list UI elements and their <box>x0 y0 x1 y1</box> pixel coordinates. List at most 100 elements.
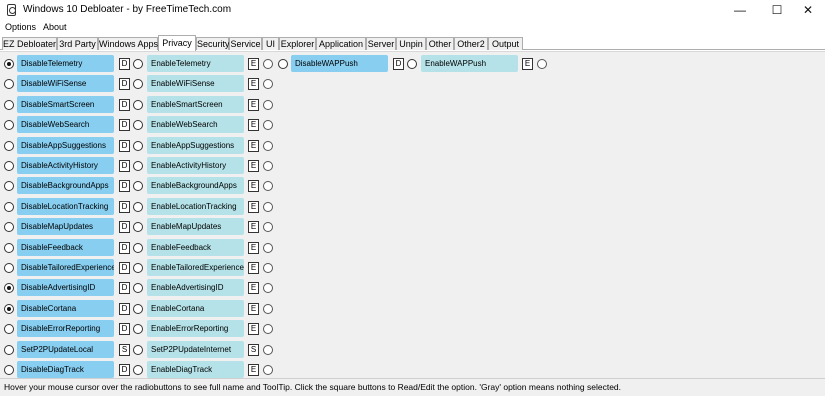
default-radio[interactable] <box>263 344 273 355</box>
enable-edit-button[interactable]: S <box>248 343 259 356</box>
disable-option-button[interactable]: DisableCortana <box>17 299 114 317</box>
enable-radio[interactable] <box>133 222 143 233</box>
tab-other2[interactable]: Other2 <box>454 37 488 50</box>
disable-edit-button[interactable]: D <box>119 323 130 336</box>
enable-option-button[interactable]: EnableLocationTracking <box>147 197 244 215</box>
enable-edit-button[interactable]: E <box>248 323 259 336</box>
disable-edit-button[interactable]: D <box>393 58 404 70</box>
enable-option-button[interactable]: EnableTailoredExperiences <box>147 259 244 276</box>
tab-security[interactable]: Security <box>196 37 230 50</box>
enable-option-button[interactable]: EnableSmartScreen <box>147 95 244 113</box>
disable-edit-button[interactable]: D <box>119 98 130 111</box>
disable-option-button[interactable]: SetP2PUpdateLocal <box>17 340 114 358</box>
enable-radio[interactable] <box>133 120 143 131</box>
default-radio[interactable] <box>263 263 273 273</box>
disable-radio[interactable] <box>4 222 14 233</box>
disable-radio[interactable] <box>4 303 14 314</box>
disable-edit-button[interactable]: S <box>119 343 130 356</box>
minimize-button[interactable]: — <box>723 0 757 21</box>
enable-edit-button[interactable]: E <box>248 221 259 234</box>
enable-radio[interactable] <box>407 59 417 69</box>
tab-3rd-party[interactable]: 3rd Party <box>57 37 98 50</box>
enable-edit-button[interactable]: E <box>248 180 259 193</box>
close-button[interactable]: ✕ <box>791 0 825 21</box>
enable-option-button[interactable]: EnableCortana <box>147 299 244 317</box>
enable-option-button[interactable]: EnableMapUpdates <box>147 218 244 236</box>
tab-ui[interactable]: UI <box>262 37 279 50</box>
disable-edit-button[interactable]: D <box>119 262 130 274</box>
enable-edit-button[interactable]: E <box>248 302 259 315</box>
disable-option-button[interactable]: DisableFeedback <box>17 238 114 256</box>
disable-radio[interactable] <box>4 120 14 131</box>
disable-edit-button[interactable]: D <box>119 364 130 376</box>
disable-edit-button[interactable]: D <box>119 241 130 254</box>
enable-radio[interactable] <box>133 283 143 294</box>
enable-radio[interactable] <box>133 263 143 273</box>
disable-radio[interactable] <box>4 242 14 253</box>
disable-option-button[interactable]: DisableWiFiSense <box>17 75 114 93</box>
enable-edit-button[interactable]: E <box>248 282 259 295</box>
enable-radio[interactable] <box>133 161 143 171</box>
disable-option-button[interactable]: DisableAppSuggestions <box>17 136 114 154</box>
enable-radio[interactable] <box>133 79 143 90</box>
disable-radio[interactable] <box>4 99 14 110</box>
enable-radio[interactable] <box>133 365 143 375</box>
disable-edit-button[interactable]: D <box>119 221 130 234</box>
enable-radio[interactable] <box>133 303 143 314</box>
disable-option-button[interactable]: DisableTailoredExperiences <box>17 259 114 276</box>
enable-edit-button[interactable]: E <box>248 139 259 152</box>
enable-radio[interactable] <box>133 181 143 192</box>
disable-option-button[interactable]: DisableBackgroundApps <box>17 177 114 195</box>
enable-option-button[interactable]: EnableWebSearch <box>147 116 244 134</box>
disable-edit-button[interactable]: D <box>119 180 130 193</box>
menu-about[interactable]: About <box>43 22 67 32</box>
enable-edit-button[interactable]: E <box>522 58 533 70</box>
disable-radio[interactable] <box>4 263 14 273</box>
tab-unpin[interactable]: Unpin <box>396 37 426 50</box>
enable-edit-button[interactable]: E <box>248 241 259 254</box>
enable-radio[interactable] <box>133 344 143 355</box>
disable-option-button[interactable]: DisableErrorReporting <box>17 320 114 338</box>
disable-option-button[interactable]: DisableSmartScreen <box>17 95 114 113</box>
enable-option-button[interactable]: EnableBackgroundApps <box>147 177 244 195</box>
enable-option-button[interactable]: EnableActivityHistory <box>147 157 244 174</box>
enable-edit-button[interactable]: E <box>248 119 259 132</box>
enable-option-button[interactable]: EnableWAPPush <box>421 55 518 72</box>
tab-service[interactable]: Service <box>229 37 262 50</box>
tab-output[interactable]: Output <box>488 37 523 50</box>
disable-radio[interactable] <box>4 201 14 212</box>
enable-option-button[interactable]: EnableWiFiSense <box>147 75 244 93</box>
disable-option-button[interactable]: DisableWAPPush <box>291 55 388 72</box>
disable-radio[interactable] <box>4 324 14 335</box>
disable-option-button[interactable]: DisableLocationTracking <box>17 197 114 215</box>
enable-edit-button[interactable]: E <box>248 364 259 376</box>
tab-explorer[interactable]: Explorer <box>279 37 316 50</box>
default-radio[interactable] <box>263 201 273 212</box>
enable-radio[interactable] <box>133 140 143 151</box>
default-radio[interactable] <box>263 222 273 233</box>
disable-radio[interactable] <box>4 283 14 294</box>
disable-option-button[interactable]: DisableDiagTrack <box>17 361 114 378</box>
enable-option-button[interactable]: EnableAdvertisingID <box>147 279 244 297</box>
maximize-button[interactable]: ☐ <box>760 0 794 21</box>
disable-edit-button[interactable]: D <box>119 139 130 152</box>
enable-radio[interactable] <box>133 324 143 335</box>
enable-option-button[interactable]: SetP2PUpdateInternet <box>147 340 244 358</box>
menu-options[interactable]: Options <box>5 22 36 32</box>
default-radio[interactable] <box>263 99 273 110</box>
default-radio[interactable] <box>263 303 273 314</box>
disable-edit-button[interactable]: D <box>119 78 130 91</box>
disable-radio[interactable] <box>278 59 288 69</box>
tab-ez-debloater[interactable]: EZ Debloater <box>2 37 57 50</box>
enable-option-button[interactable]: EnableFeedback <box>147 238 244 256</box>
enable-edit-button[interactable]: E <box>248 98 259 111</box>
enable-option-button[interactable]: EnableDiagTrack <box>147 361 244 378</box>
enable-edit-button[interactable]: E <box>248 160 259 172</box>
disable-radio[interactable] <box>4 344 14 355</box>
disable-edit-button[interactable]: D <box>119 119 130 132</box>
disable-option-button[interactable]: DisableWebSearch <box>17 116 114 134</box>
enable-edit-button[interactable]: E <box>248 262 259 274</box>
default-radio[interactable] <box>263 120 273 131</box>
tab-server[interactable]: Server <box>366 37 396 50</box>
tab-privacy[interactable]: Privacy <box>158 35 196 51</box>
